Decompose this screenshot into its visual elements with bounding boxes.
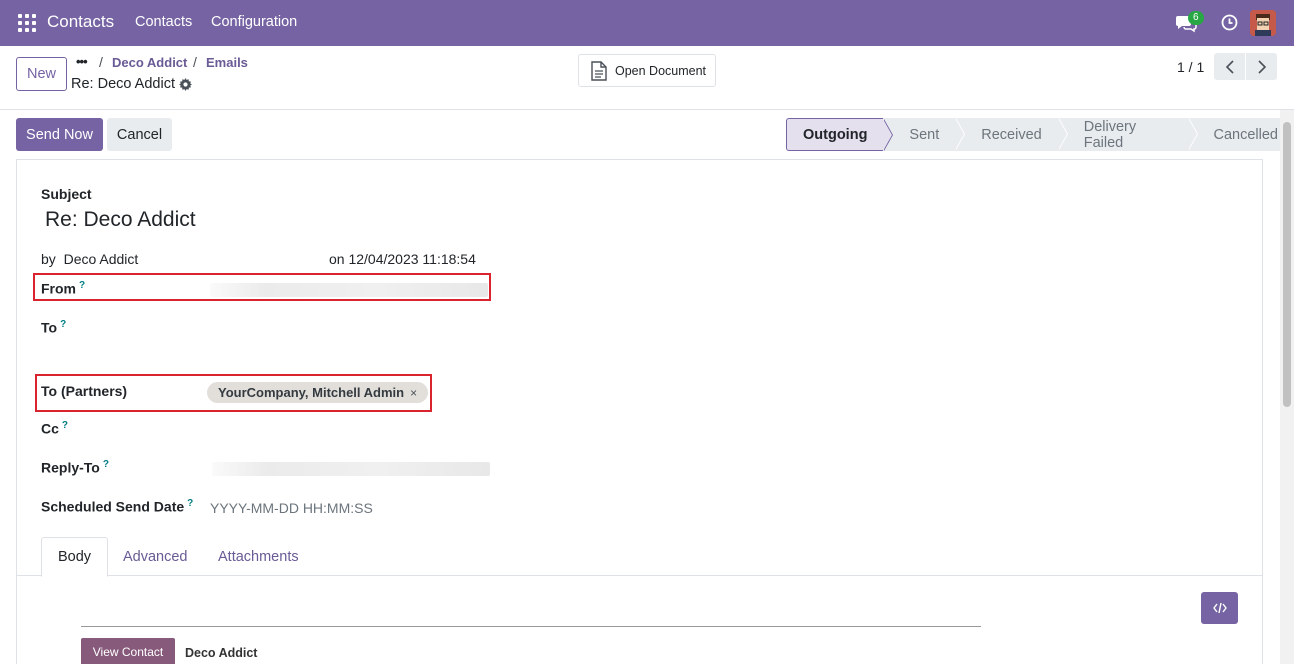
subject-label: Subject xyxy=(41,186,92,202)
apps-grid-icon[interactable] xyxy=(18,14,36,32)
body-contact-name: Deco Addict xyxy=(185,646,258,660)
reply-to-field[interactable] xyxy=(212,462,490,476)
chevron-right-icon xyxy=(1257,59,1266,74)
send-now-button[interactable]: Send Now xyxy=(16,118,103,151)
reply-to-label: Reply-To? xyxy=(41,459,109,476)
app-name[interactable]: Contacts xyxy=(47,12,114,32)
chat-count-badge: 6 xyxy=(1188,11,1204,25)
pager-next-button[interactable] xyxy=(1246,53,1277,80)
tab-advanced[interactable]: Advanced xyxy=(107,537,204,576)
date-line: on 12/04/2023 11:18:54 xyxy=(329,251,476,267)
remove-tag-icon[interactable]: × xyxy=(410,386,417,400)
author-name[interactable]: Deco Addict xyxy=(64,251,139,267)
new-button[interactable]: New xyxy=(16,57,67,91)
scheduled-send-date-input[interactable]: YYYY-MM-DD HH:MM:SS xyxy=(210,500,373,516)
open-document-label: Open Document xyxy=(615,63,707,78)
stage-received[interactable]: Received xyxy=(955,118,1069,151)
document-icon xyxy=(591,60,607,81)
from-field[interactable] xyxy=(210,283,488,297)
subject-field[interactable]: Re: Deco Addict xyxy=(45,208,196,232)
breadcrumb-separator: / xyxy=(193,54,197,70)
pager-previous-button[interactable] xyxy=(1214,53,1245,80)
view-contact-button[interactable]: View Contact xyxy=(81,638,175,664)
cc-field[interactable] xyxy=(210,418,490,440)
menu-contacts[interactable]: Contacts xyxy=(135,14,192,30)
stage-sent[interactable]: Sent xyxy=(883,118,966,151)
body-divider xyxy=(81,626,981,627)
control-panel: New ••• / Deco Addict / Emails Re: Deco … xyxy=(0,46,1294,110)
breadcrumb-deco-addict[interactable]: Deco Addict xyxy=(112,55,187,70)
top-navbar: Contacts Contacts Configuration 6 xyxy=(0,0,1294,46)
breadcrumb-emails[interactable]: Emails xyxy=(206,55,248,70)
cc-label: Cc? xyxy=(41,420,69,437)
cancel-button[interactable]: Cancel xyxy=(107,118,172,151)
from-label: From? xyxy=(41,280,86,297)
scrollbar-thumb[interactable] xyxy=(1283,122,1291,407)
to-partners-label: To (Partners) xyxy=(41,383,128,399)
gear-icon[interactable] xyxy=(179,78,192,91)
user-avatar[interactable] xyxy=(1250,10,1276,36)
code-icon xyxy=(1212,602,1227,614)
to-field[interactable] xyxy=(210,316,490,338)
notebook-tabs: Body Advanced Attachments xyxy=(17,537,1262,577)
tab-body[interactable]: Body xyxy=(41,537,109,577)
partner-tag[interactable]: YourCompany, Mitchell Admin × xyxy=(207,382,429,403)
partner-tag-label: YourCompany, Mitchell Admin xyxy=(218,385,405,400)
status-bar: Outgoing Sent Received Delivery Failed C… xyxy=(786,118,1294,151)
pager-value[interactable]: 1 / 1 xyxy=(1177,59,1204,75)
author-line: by Deco Addict xyxy=(41,251,138,267)
scrollbar[interactable] xyxy=(1280,110,1294,664)
breadcrumb-separator: / xyxy=(99,54,103,70)
breadcrumb-more[interactable]: ••• xyxy=(76,54,88,69)
scheduled-send-date-label: Scheduled Send Date? xyxy=(41,498,194,515)
record-name: Re: Deco Addict xyxy=(71,76,175,92)
to-label: To? xyxy=(41,319,67,336)
stage-cancelled[interactable]: Cancelled xyxy=(1187,118,1294,151)
tab-attachments[interactable]: Attachments xyxy=(202,537,315,576)
stage-outgoing[interactable]: Outgoing xyxy=(786,118,894,151)
by-label: by xyxy=(41,251,56,267)
clock-icon[interactable] xyxy=(1221,14,1238,31)
stage-delivery-failed[interactable]: Delivery Failed xyxy=(1057,118,1198,151)
menu-configuration[interactable]: Configuration xyxy=(211,14,297,30)
chevron-left-icon xyxy=(1225,59,1234,74)
code-view-button[interactable] xyxy=(1201,592,1238,624)
open-document-button[interactable]: Open Document xyxy=(578,54,716,87)
